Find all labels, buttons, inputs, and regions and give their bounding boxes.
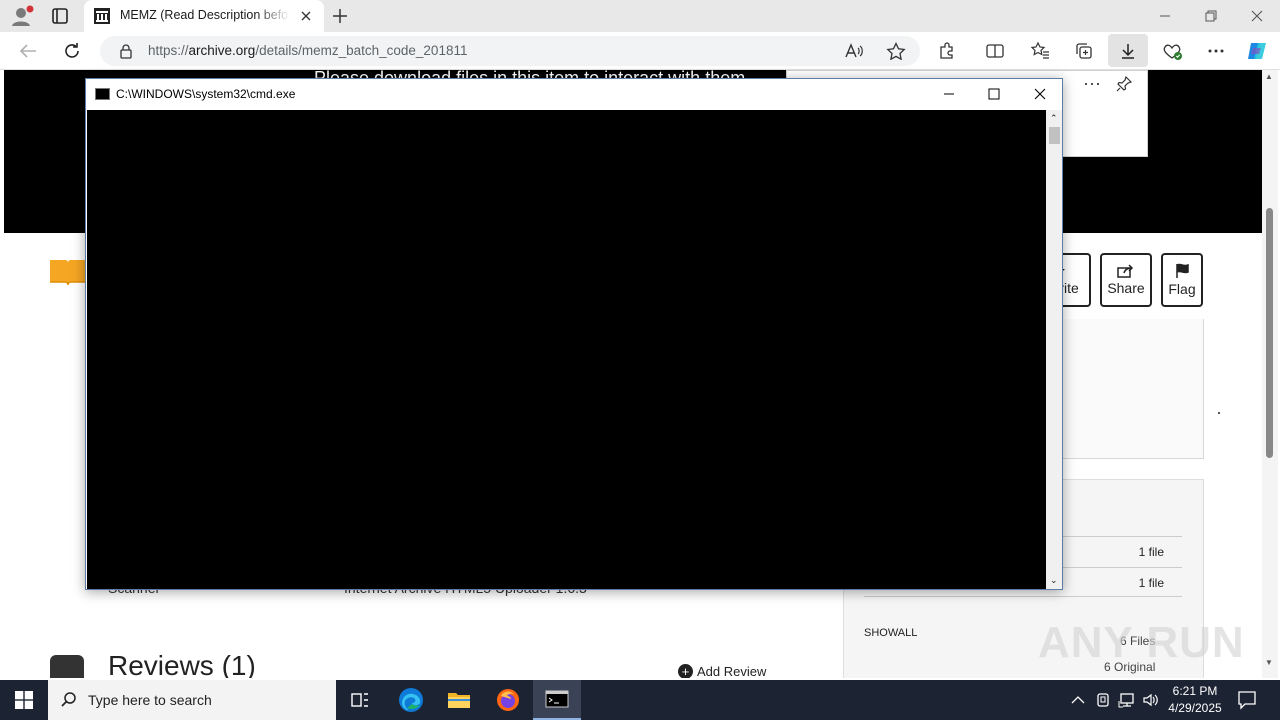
system-clock[interactable]: 6:21 PM 4/29/2025 — [1164, 683, 1226, 717]
tab-close-icon[interactable] — [298, 8, 314, 24]
tab-strip: MEMZ (Read Description before Downloadin… — [0, 0, 1280, 32]
browser-essentials-icon[interactable] — [1159, 40, 1185, 62]
cmd-minimize-icon[interactable] — [926, 79, 972, 109]
tray-device-icon[interactable] — [1094, 691, 1112, 709]
anyrun-watermark: ANY RUN — [1038, 608, 1244, 670]
page-scrollbar[interactable]: ▲ ▼ — [1262, 70, 1278, 678]
add-review-label: Add Review — [697, 664, 767, 678]
browser-tab[interactable]: MEMZ (Read Description before Downloadin… — [84, 0, 324, 32]
archive-favicon-icon — [94, 8, 110, 24]
clock-date: 4/29/2025 — [1168, 701, 1222, 715]
browser-toolbar: https://archive.org/details/memz_batch_c… — [0, 32, 1280, 70]
edge-app-icon[interactable] — [387, 680, 435, 720]
scroll-up-arrow-icon[interactable]: ⌃ — [1050, 113, 1058, 124]
flag-icon — [1176, 263, 1189, 278]
volume-icon[interactable] — [1142, 691, 1160, 709]
cmd-app-icon — [95, 88, 110, 100]
address-bar[interactable]: https://archive.org/details/memz_batch_c… — [100, 36, 920, 66]
cmd-maximize-icon[interactable] — [971, 79, 1017, 109]
item-info-panel — [1062, 319, 1204, 459]
cmd-titlebar[interactable]: C:\WINDOWS\system32\cmd.exe — [86, 79, 1062, 109]
collections-icon[interactable] — [1071, 40, 1097, 62]
cmd-window[interactable]: C:\WINDOWS\system32\cmd.exe ⌃ ⌄ — [85, 78, 1063, 590]
page-scroll-thumb[interactable] — [1266, 208, 1273, 458]
flag-button[interactable]: Flag — [1161, 253, 1203, 307]
search-placeholder: Type here to search — [88, 692, 212, 708]
downloads-icon[interactable] — [1108, 34, 1148, 67]
cmd-close-icon[interactable] — [1017, 79, 1063, 109]
back-arrow-icon[interactable] — [16, 40, 40, 62]
share-icon — [1117, 264, 1134, 278]
show-all-link[interactable]: SHOWALL — [864, 627, 917, 639]
scroll-down-arrow-icon[interactable]: ⌄ — [1050, 575, 1058, 586]
lock-icon[interactable] — [118, 43, 134, 59]
scroll-up-arrow-icon[interactable]: ▲ — [1265, 72, 1273, 81]
browser-close-icon[interactable] — [1234, 0, 1280, 32]
cmd-taskbar-icon[interactable] — [533, 680, 581, 720]
profile-avatar-icon[interactable] — [8, 4, 34, 28]
settings-more-icon[interactable] — [1203, 40, 1229, 62]
popup-more-icon[interactable]: ··· — [1083, 73, 1101, 94]
tray-chevron-up-icon[interactable] — [1070, 691, 1086, 709]
firefox-icon[interactable] — [484, 680, 532, 720]
file-explorer-icon[interactable] — [435, 680, 483, 720]
cmd-scrollbar[interactable]: ⌃ ⌄ — [1046, 110, 1062, 589]
cmd-scroll-thumb[interactable] — [1049, 127, 1060, 144]
book-icon — [48, 256, 88, 288]
tab-actions-icon[interactable] — [48, 5, 72, 27]
taskbar-search-box[interactable]: Type here to search — [48, 680, 336, 720]
copilot-icon[interactable] — [1244, 40, 1270, 62]
tab-title: MEMZ (Read Description before Downloadin… — [120, 8, 290, 22]
taskbar: Type here to search 6:21 PM 4/29/2025 — [0, 680, 1280, 720]
file-count: 1 file — [1138, 576, 1164, 590]
panel-dot — [1218, 412, 1220, 414]
add-review-button[interactable]: + Add Review — [678, 664, 766, 678]
pin-icon[interactable] — [1115, 75, 1133, 93]
plus-circle-icon: + — [678, 664, 693, 678]
windows-start-icon[interactable] — [0, 680, 48, 720]
task-view-icon[interactable] — [336, 680, 384, 720]
file-count: 1 file — [1138, 545, 1164, 559]
console-area[interactable] — [87, 110, 1046, 589]
cmd-title: C:\WINDOWS\system32\cmd.exe — [116, 87, 296, 101]
split-screen-icon[interactable] — [982, 40, 1008, 62]
new-tab-icon[interactable] — [330, 6, 350, 26]
browser-restore-icon[interactable] — [1188, 0, 1234, 32]
watermark-text: ANY RUN — [1038, 618, 1245, 667]
reviews-icon — [50, 655, 84, 678]
reload-icon[interactable] — [60, 40, 84, 62]
read-aloud-icon[interactable] — [844, 42, 864, 60]
favorite-star-icon[interactable] — [886, 42, 906, 60]
browser-minimize-icon[interactable] — [1142, 0, 1188, 32]
search-icon — [60, 691, 78, 709]
network-icon[interactable] — [1118, 691, 1136, 709]
url-text[interactable]: https://archive.org/details/memz_batch_c… — [148, 43, 467, 58]
flag-label: Flag — [1168, 281, 1196, 297]
notification-icon[interactable] — [1236, 690, 1258, 710]
extensions-icon[interactable] — [934, 40, 960, 62]
favorites-list-icon[interactable] — [1027, 40, 1053, 62]
share-button[interactable]: Share — [1100, 253, 1152, 307]
reviews-heading: Reviews (1) — [108, 650, 256, 678]
scroll-down-arrow-icon[interactable]: ▼ — [1265, 658, 1273, 667]
share-label: Share — [1107, 280, 1145, 296]
clock-time: 6:21 PM — [1172, 684, 1218, 698]
